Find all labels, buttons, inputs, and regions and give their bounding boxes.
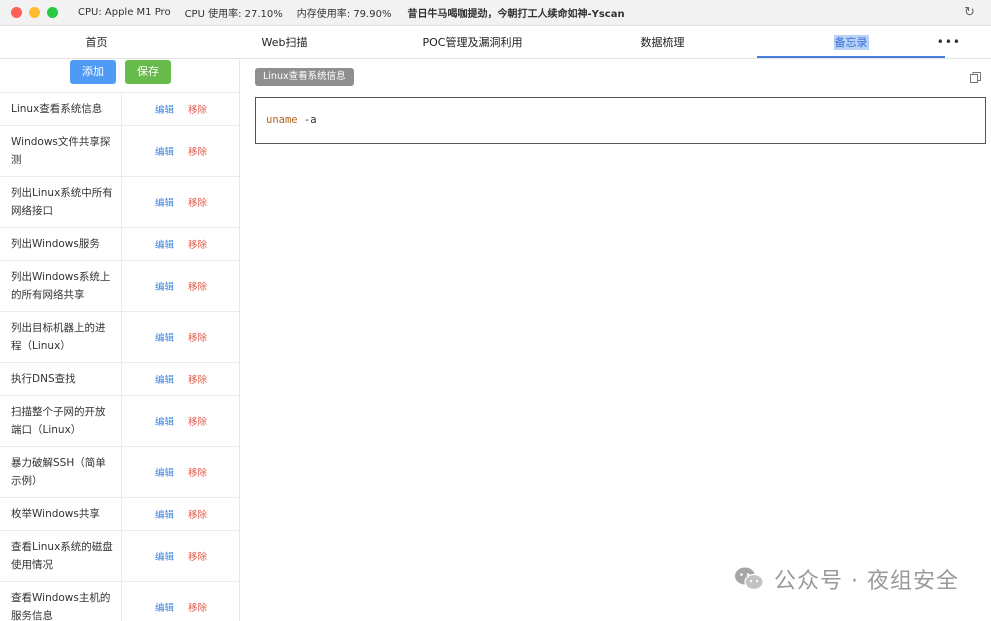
edit-button[interactable]: 编辑 [155, 237, 174, 251]
note-actions: 编辑 移除 [122, 126, 239, 176]
app-title: 昔日牛马喝咖提劲，今朝打工人续命如神-Yscan [407, 9, 625, 20]
note-actions: 编辑 移除 [122, 228, 239, 260]
edit-button[interactable]: 编辑 [155, 372, 174, 386]
edit-button[interactable]: 编辑 [155, 330, 174, 344]
cpu-usage: CPU 使用率: 27.10% [184, 9, 283, 20]
note-title[interactable]: 暴力破解SSH（简单示例） [0, 447, 122, 497]
edit-button[interactable]: 编辑 [155, 279, 174, 293]
tab-bar: 首页 Web扫描 POC管理及漏洞利用 数据梳理 备忘录 ••• [0, 27, 991, 59]
note-actions: 编辑 移除 [122, 312, 239, 362]
edit-button[interactable]: 编辑 [155, 102, 174, 116]
sidebar-toolbar: 添加 保存 [0, 60, 239, 92]
remove-button[interactable]: 移除 [188, 372, 207, 386]
save-button[interactable]: 保存 [125, 60, 171, 84]
tab-poc-management[interactable]: POC管理及漏洞利用 [376, 27, 569, 58]
memory-usage: 内存使用率: 79.90% [296, 9, 392, 20]
window-controls [11, 7, 58, 18]
list-item[interactable]: 列出Windows系统上的所有网络共享 编辑 移除 [0, 261, 239, 312]
edit-button[interactable]: 编辑 [155, 549, 174, 563]
note-title[interactable]: 查看Linux系统的磁盘使用情况 [0, 531, 122, 581]
note-title[interactable]: 扫描整个子网的开放端口（Linux） [0, 396, 122, 446]
notes-list: Linux查看系统信息 编辑 移除 Windows文件共享探测 编辑 移除 列出Linux系… [0, 92, 239, 621]
list-item[interactable]: Linux查看系统信息 编辑 移除 [0, 93, 239, 126]
wechat-icon [735, 567, 764, 591]
list-item[interactable]: 查看Linux系统的磁盘使用情况 编辑 移除 [0, 531, 239, 582]
copy-icon[interactable] [970, 72, 981, 83]
close-window-button[interactable] [11, 7, 22, 18]
list-item[interactable]: 执行DNS查找 编辑 移除 [0, 363, 239, 396]
list-item[interactable]: 列出目标机器上的进程（Linux） 编辑 移除 [0, 312, 239, 363]
note-detail-panel: Linux查看系统信息 uname -a [247, 60, 991, 621]
edit-button[interactable]: 编辑 [155, 507, 174, 521]
list-item[interactable]: 枚举Windows共享 编辑 移除 [0, 498, 239, 531]
remove-button[interactable]: 移除 [188, 549, 207, 563]
note-actions: 编辑 移除 [122, 531, 239, 581]
edit-button[interactable]: 编辑 [155, 465, 174, 479]
note-actions: 编辑 移除 [122, 447, 239, 497]
remove-button[interactable]: 移除 [188, 465, 207, 479]
note-actions: 编辑 移除 [122, 498, 239, 530]
add-button[interactable]: 添加 [70, 60, 116, 84]
note-actions: 编辑 移除 [122, 261, 239, 311]
note-title[interactable]: 列出Windows服务 [0, 228, 122, 260]
remove-button[interactable]: 移除 [188, 507, 207, 521]
remove-button[interactable]: 移除 [188, 144, 207, 158]
refresh-icon[interactable]: ↻ [964, 5, 975, 20]
more-icon[interactable]: ••• [937, 27, 961, 58]
note-title[interactable]: Linux查看系统信息 [0, 93, 122, 125]
code-arguments: -a [297, 114, 317, 126]
list-item[interactable]: 列出Linux系统中所有网络接口 编辑 移除 [0, 177, 239, 228]
edit-button[interactable]: 编辑 [155, 600, 174, 614]
tab-web-scan[interactable]: Web扫描 [188, 27, 381, 58]
note-title[interactable]: 列出Linux系统中所有网络接口 [0, 177, 122, 227]
remove-button[interactable]: 移除 [188, 237, 207, 251]
note-title[interactable]: Windows文件共享探测 [0, 126, 122, 176]
cpu-model: CPU: Apple M1 Pro [78, 7, 171, 18]
note-title[interactable]: 执行DNS查找 [0, 363, 122, 395]
note-actions: 编辑 移除 [122, 93, 239, 125]
watermark-text: 公众号 · 夜组安全 [774, 569, 959, 594]
code-editor[interactable]: uname -a [255, 97, 986, 144]
list-item[interactable]: Windows文件共享探测 编辑 移除 [0, 126, 239, 177]
remove-button[interactable]: 移除 [188, 195, 207, 209]
app-window: CPU: Apple M1 Pro CPU 使用率: 27.10% 内存使用率:… [0, 0, 991, 621]
edit-button[interactable]: 编辑 [155, 144, 174, 158]
tab-memo[interactable]: 备忘录 [757, 27, 945, 58]
note-actions: 编辑 移除 [122, 363, 239, 395]
remove-button[interactable]: 移除 [188, 414, 207, 428]
code-command: uname [266, 114, 298, 126]
note-actions: 编辑 移除 [122, 177, 239, 227]
minimize-window-button[interactable] [29, 7, 40, 18]
watermark: 公众号 · 夜组安全 [734, 563, 959, 595]
edit-button[interactable]: 编辑 [155, 414, 174, 428]
remove-button[interactable]: 移除 [188, 102, 207, 116]
list-item[interactable]: 暴力破解SSH（简单示例） 编辑 移除 [0, 447, 239, 498]
note-title[interactable]: 列出Windows系统上的所有网络共享 [0, 261, 122, 311]
notes-sidebar: 添加 保存 Linux查看系统信息 编辑 移除 Windows文件共享探测 编辑 移除 列出… [0, 60, 240, 621]
list-item[interactable]: 扫描整个子网的开放端口（Linux） 编辑 移除 [0, 396, 239, 447]
note-title-tag: Linux查看系统信息 [255, 68, 354, 86]
note-title[interactable]: 枚举Windows共享 [0, 498, 122, 530]
remove-button[interactable]: 移除 [188, 330, 207, 344]
list-item[interactable]: 列出Windows服务 编辑 移除 [0, 228, 239, 261]
note-actions: 编辑 移除 [122, 396, 239, 446]
remove-button[interactable]: 移除 [188, 600, 207, 614]
note-title[interactable]: 查看Windows主机的服务信息 [0, 582, 122, 621]
remove-button[interactable]: 移除 [188, 279, 207, 293]
zoom-window-button[interactable] [47, 7, 58, 18]
list-item[interactable]: 查看Windows主机的服务信息 编辑 移除 [0, 582, 239, 621]
tab-data-sorting[interactable]: 数据梳理 [566, 27, 759, 58]
tab-home[interactable]: 首页 [0, 27, 193, 58]
title-bar: CPU: Apple M1 Pro CPU 使用率: 27.10% 内存使用率:… [0, 0, 991, 26]
note-actions: 编辑 移除 [122, 582, 239, 621]
edit-button[interactable]: 编辑 [155, 195, 174, 209]
note-title[interactable]: 列出目标机器上的进程（Linux） [0, 312, 122, 362]
